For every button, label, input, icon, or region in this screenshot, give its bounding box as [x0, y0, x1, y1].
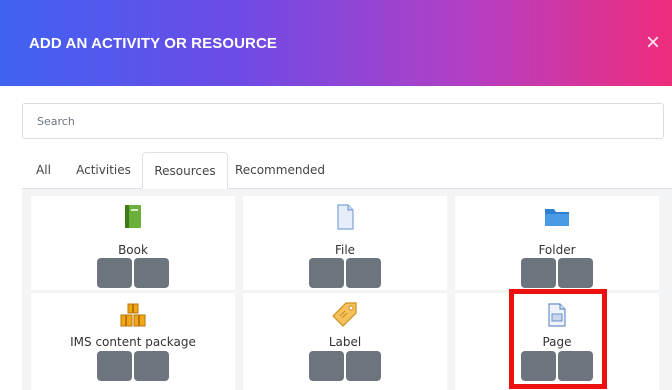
star-button[interactable] [97, 351, 132, 381]
tile-actions [521, 258, 593, 288]
book-icon [122, 204, 144, 230]
modal-header: ADD AN ACTIVITY OR RESOURCE × [0, 0, 672, 86]
tile-label: Folder [538, 243, 576, 257]
info-button[interactable] [346, 351, 381, 381]
tile-label: File [334, 243, 356, 257]
tile-actions [309, 351, 381, 381]
tile-label: Label [328, 335, 362, 349]
info-button[interactable] [346, 258, 381, 288]
star-button[interactable] [521, 351, 556, 381]
info-button[interactable] [134, 258, 169, 288]
page-icon [546, 303, 568, 327]
tab-recommended[interactable]: Recommended [228, 152, 332, 188]
tile-actions [309, 258, 381, 288]
tile-folder[interactable]: Folder [455, 196, 659, 290]
tile-ims-content-package[interactable]: IMS content package [31, 293, 235, 390]
tile-actions [97, 351, 169, 381]
tile-file[interactable]: File [243, 196, 447, 290]
tab-bar: All Activities Resources Recommended [22, 152, 672, 189]
star-button[interactable] [521, 258, 556, 288]
star-button[interactable] [309, 258, 344, 288]
close-icon[interactable]: × [640, 30, 666, 56]
folder-icon [544, 206, 570, 228]
file-icon [334, 204, 356, 230]
tab-all[interactable]: All [22, 152, 65, 188]
resource-grid: Book File Folder IMS content package Lab… [22, 189, 672, 390]
tile-actions [521, 351, 593, 381]
tile-book[interactable]: Book [31, 196, 235, 290]
label-tag-icon [332, 301, 358, 327]
tab-activities[interactable]: Activities [65, 152, 142, 188]
tile-label: Book [118, 243, 148, 257]
star-button[interactable] [97, 258, 132, 288]
tile-label-resource[interactable]: Label [243, 293, 447, 390]
ims-package-icon [120, 303, 146, 327]
star-button[interactable] [309, 351, 344, 381]
tile-actions [97, 258, 169, 288]
modal-title: ADD AN ACTIVITY OR RESOURCE [29, 35, 277, 52]
tab-resources[interactable]: Resources [142, 152, 228, 189]
tile-label: Page [542, 335, 572, 349]
tile-label: IMS content package [70, 335, 196, 349]
search-input[interactable] [22, 103, 664, 139]
tile-page[interactable]: Page [455, 293, 659, 390]
info-button[interactable] [558, 351, 593, 381]
info-button[interactable] [134, 351, 169, 381]
info-button[interactable] [558, 258, 593, 288]
